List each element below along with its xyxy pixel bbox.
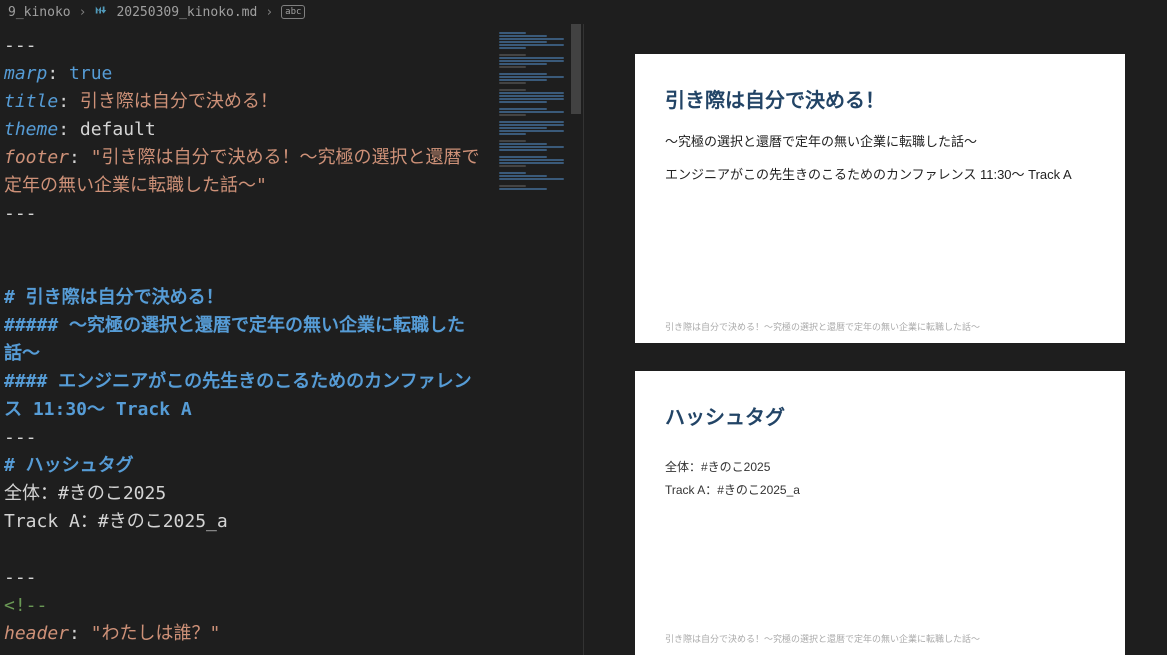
- breadcrumb-file[interactable]: 20250309_kinoko.md: [116, 5, 257, 20]
- slide-thumbnail[interactable]: ハッシュタグ 全体：#きのこ2025 Track A：#きのこ2025_a 引き…: [635, 371, 1125, 655]
- chevron-right-icon: ›: [265, 5, 273, 20]
- minimap[interactable]: [497, 30, 569, 410]
- split-view: --- marp: true title: 引き際は自分で決める！ theme:…: [0, 24, 1167, 655]
- code-line[interactable]: ---: [4, 424, 583, 452]
- code-line[interactable]: Track A：#きのこ2025_a: [4, 508, 583, 536]
- slide-body-line: Track A：#きのこ2025_a: [665, 481, 1095, 498]
- slide-footer: 引き際は自分で決める！〜究極の選択と還暦で定年の無い企業に転職した話〜: [665, 632, 980, 645]
- code-line[interactable]: header: "わたしは誰？": [4, 620, 583, 648]
- slide-subtitle: 〜究極の選択と還暦で定年の無い企業に転職した話〜: [665, 131, 1095, 150]
- slide-title: ハッシュタグ: [665, 401, 1095, 430]
- slide-subtitle: エンジニアがこの先生きのこるためのカンファレンス 11:30〜 Track A: [665, 164, 1095, 183]
- slide-thumbnail[interactable]: 引き際は自分で決める！ 〜究極の選択と還暦で定年の無い企業に転職した話〜 エンジ…: [635, 54, 1125, 343]
- code-line[interactable]: 全体：#きのこ2025: [4, 480, 583, 508]
- markdown-file-icon: [94, 3, 108, 21]
- code-line[interactable]: ---: [4, 564, 583, 592]
- slide-footer: 引き際は自分で決める！〜究極の選択と還暦で定年の無い企業に転職した話〜: [665, 320, 980, 333]
- code-editor[interactable]: --- marp: true title: 引き際は自分で決める！ theme:…: [0, 24, 583, 655]
- code-line[interactable]: # ハッシュタグ: [4, 452, 583, 480]
- code-line[interactable]: [4, 536, 583, 564]
- chevron-right-icon: ›: [79, 5, 87, 20]
- slide-preview[interactable]: 引き際は自分で決める！ 〜究極の選択と還暦で定年の無い企業に転職した話〜 エンジ…: [587, 24, 1167, 655]
- breadcrumb[interactable]: 9_kinoko › 20250309_kinoko.md › abc: [0, 0, 1167, 24]
- scrollbar-thumb[interactable]: [571, 24, 581, 114]
- slide-title: 引き際は自分で決める！: [665, 84, 1095, 113]
- vertical-scrollbar[interactable]: [569, 24, 583, 655]
- code-line[interactable]: <!--: [4, 592, 583, 620]
- symbol-text-icon[interactable]: abc: [281, 5, 305, 19]
- slide-body-line: 全体：#きのこ2025: [665, 458, 1095, 475]
- breadcrumb-folder[interactable]: 9_kinoko: [8, 5, 71, 20]
- editor-content[interactable]: --- marp: true title: 引き際は自分で決める！ theme:…: [0, 32, 583, 648]
